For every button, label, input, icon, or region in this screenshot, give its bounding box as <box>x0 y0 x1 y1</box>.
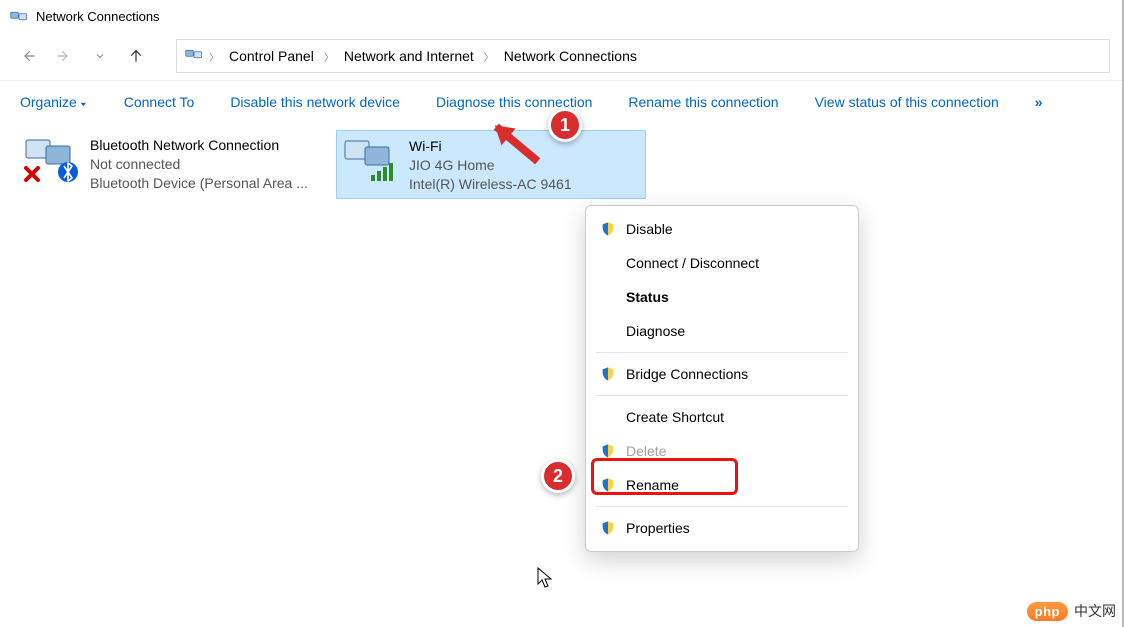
caret-down-icon: ▼ <box>79 101 88 107</box>
menu-separator <box>596 395 848 396</box>
network-connections-small-icon <box>185 45 203 68</box>
ctx-label: Bridge Connections <box>626 366 748 382</box>
diagnose-connection-command[interactable]: Diagnose this connection <box>436 94 592 110</box>
more-commands-button[interactable]: » <box>1035 94 1043 110</box>
watermark-pill: php <box>1027 602 1068 621</box>
connect-to-command[interactable]: Connect To <box>124 94 195 110</box>
ctx-label: Properties <box>626 520 690 536</box>
ctx-rename[interactable]: Rename <box>586 468 858 502</box>
address-bar: 〉 Control Panel 〉 Network and Internet 〉… <box>0 32 1124 80</box>
titlebar: Network Connections <box>0 0 1124 32</box>
context-menu: Disable Connect / Disconnect Status Diag… <box>585 205 859 552</box>
connection-status: Not connected <box>90 155 308 174</box>
breadcrumb[interactable]: 〉 Control Panel 〉 Network and Internet 〉… <box>176 39 1110 73</box>
signal-bars-icon <box>371 163 393 181</box>
shield-icon <box>600 477 616 493</box>
ctx-status[interactable]: Status <box>586 280 858 314</box>
connection-device: Bluetooth Device (Personal Area ... <box>90 174 308 193</box>
connection-text: Bluetooth Network Connection Not connect… <box>90 134 308 193</box>
ctx-label: Rename <box>626 477 679 493</box>
ctx-label: Connect / Disconnect <box>626 255 759 271</box>
mouse-cursor-icon <box>537 567 555 589</box>
connection-device: Intel(R) Wireless-AC 9461 <box>409 175 572 194</box>
shield-icon <box>600 366 616 382</box>
ctx-disable[interactable]: Disable <box>586 212 858 246</box>
arrow-right-icon <box>55 47 73 65</box>
watermark-text: 中文网 <box>1074 601 1116 621</box>
ctx-delete: Delete <box>586 434 858 468</box>
connection-item-wifi[interactable]: Wi-Fi JIO 4G Home Intel(R) Wireless-AC 9… <box>336 130 646 199</box>
up-button[interactable] <box>122 42 150 70</box>
shield-icon <box>600 443 616 459</box>
breadcrumb-item[interactable]: Network and Internet <box>340 46 478 66</box>
chevron-right-icon: 〉 <box>322 49 336 64</box>
ctx-bridge-connections[interactable]: Bridge Connections <box>586 357 858 391</box>
connection-name: Wi-Fi <box>409 137 572 156</box>
watermark: php 中文网 <box>1027 601 1116 621</box>
chevron-right-icon: 〉 <box>482 49 496 64</box>
arrow-left-icon <box>19 47 37 65</box>
ctx-properties[interactable]: Properties <box>586 511 858 545</box>
window-title: Network Connections <box>36 9 160 24</box>
annotation-badge-1: 1 <box>548 108 582 142</box>
ctx-label: Diagnose <box>626 323 685 339</box>
chevron-right-icon: 〉 <box>207 49 221 64</box>
arrow-up-icon <box>127 47 145 65</box>
ctx-create-shortcut[interactable]: Create Shortcut <box>586 400 858 434</box>
back-button[interactable] <box>14 42 42 70</box>
annotation-badge-2: 2 <box>541 459 575 493</box>
wifi-connection-icon <box>341 135 401 185</box>
shield-icon <box>600 520 616 536</box>
connection-name: Bluetooth Network Connection <box>90 136 308 155</box>
menu-separator <box>596 352 848 353</box>
connection-item-bluetooth[interactable]: Bluetooth Network Connection Not connect… <box>18 130 328 197</box>
connection-status: JIO 4G Home <box>409 156 572 175</box>
chevron-down-icon <box>94 50 106 62</box>
ctx-label: Disable <box>626 221 673 237</box>
organize-menu[interactable]: Organize▼ <box>20 94 88 110</box>
menu-separator <box>596 506 848 507</box>
bluetooth-connection-icon <box>22 134 82 184</box>
shield-icon <box>600 221 616 237</box>
forward-button[interactable] <box>50 42 78 70</box>
ctx-connect-disconnect[interactable]: Connect / Disconnect <box>586 246 858 280</box>
network-connections-app-icon <box>10 7 28 25</box>
organize-label: Organize <box>20 94 77 110</box>
recent-locations-button[interactable] <box>86 42 114 70</box>
connection-text: Wi-Fi JIO 4G Home Intel(R) Wireless-AC 9… <box>409 135 572 194</box>
ctx-label: Delete <box>626 443 666 459</box>
disable-device-command[interactable]: Disable this network device <box>230 94 400 110</box>
ctx-label: Status <box>626 289 669 305</box>
rename-connection-command[interactable]: Rename this connection <box>628 94 778 110</box>
breadcrumb-item[interactable]: Control Panel <box>225 46 318 66</box>
breadcrumb-item[interactable]: Network Connections <box>500 46 641 66</box>
ctx-diagnose[interactable]: Diagnose <box>586 314 858 348</box>
view-status-command[interactable]: View status of this connection <box>815 94 999 110</box>
ctx-label: Create Shortcut <box>626 409 724 425</box>
